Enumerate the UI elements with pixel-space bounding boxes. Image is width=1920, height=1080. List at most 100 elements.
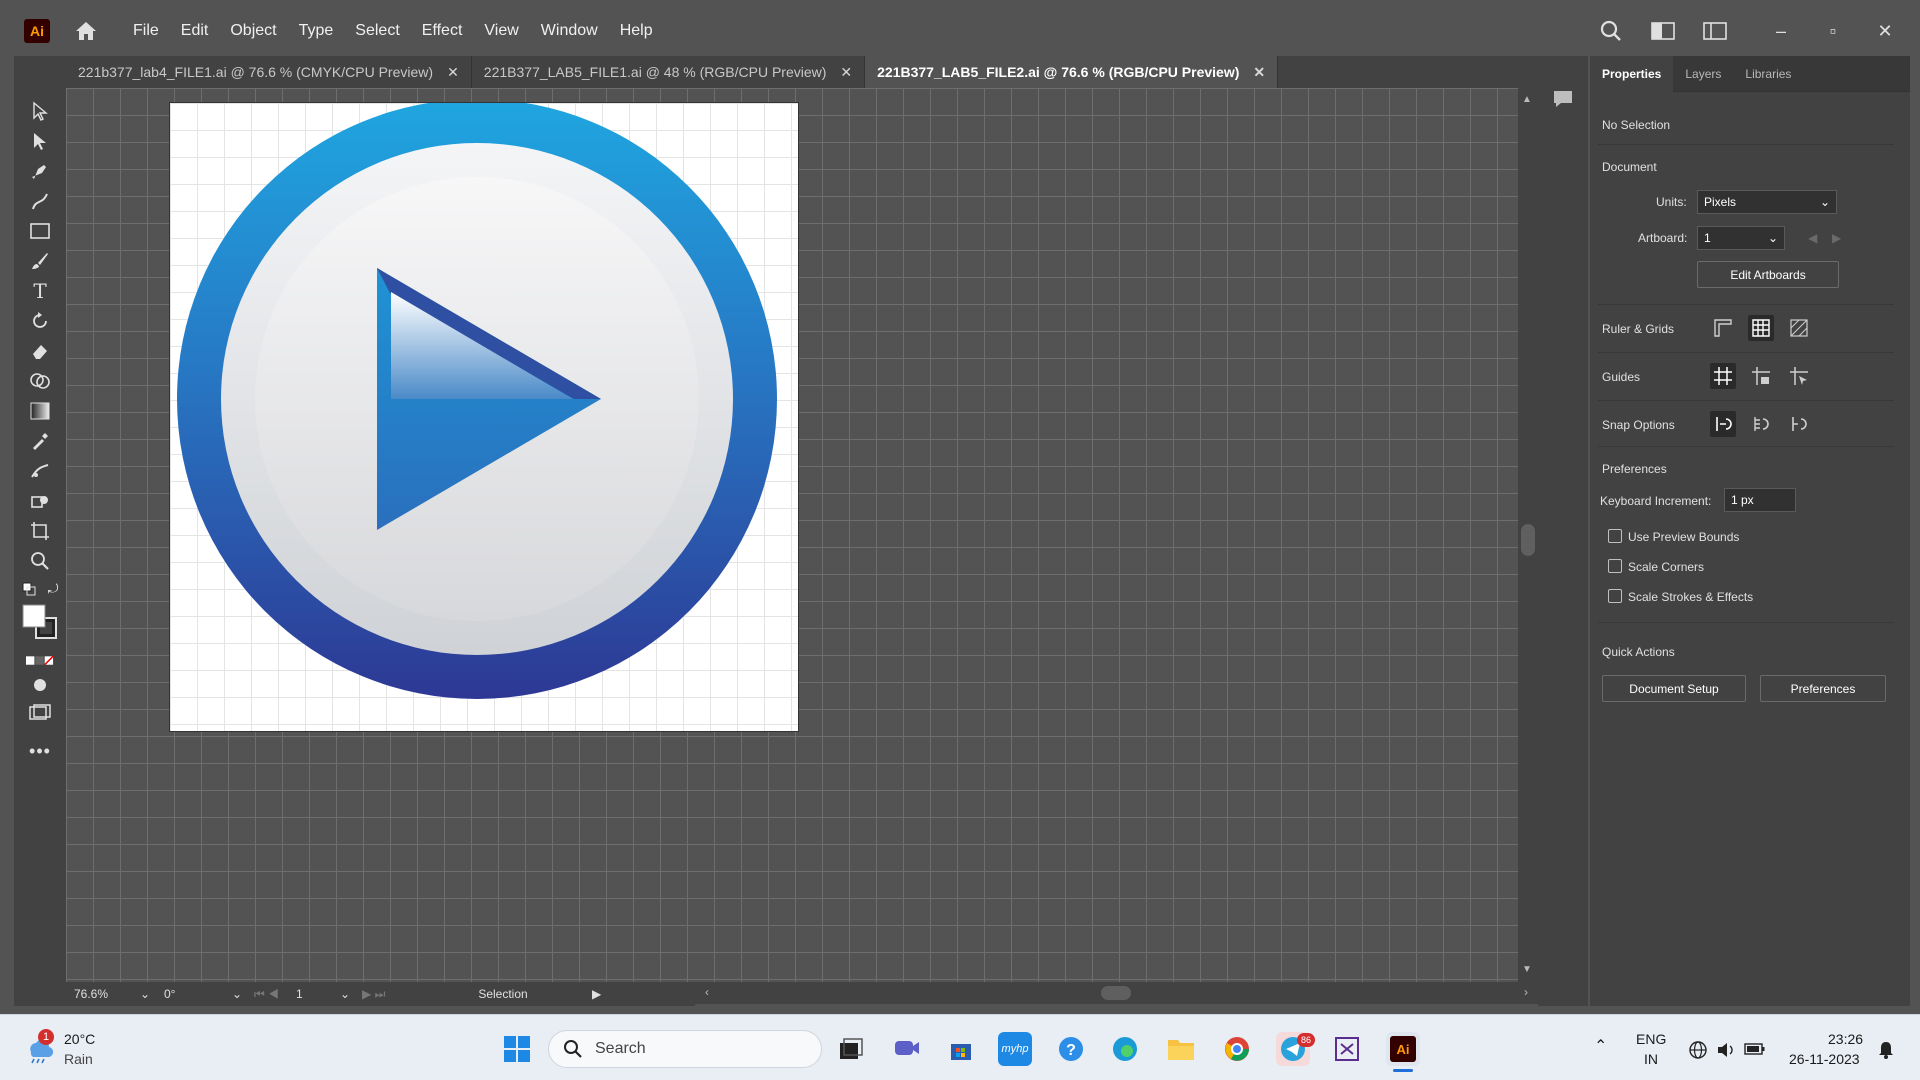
draw-mode-icon[interactable] bbox=[26, 672, 54, 698]
get-help-icon[interactable]: ? bbox=[1054, 1032, 1088, 1066]
grid-icon[interactable] bbox=[1748, 315, 1774, 341]
paintbrush-tool-icon[interactable] bbox=[26, 248, 54, 274]
artboard-dropdown[interactable]: 1 ⌄ bbox=[1697, 226, 1785, 250]
screen-mode-icon[interactable] bbox=[26, 700, 54, 726]
chevron-down-icon[interactable]: ⌄ bbox=[140, 987, 150, 1001]
keyboard-increment-input[interactable]: 1 px bbox=[1724, 488, 1796, 512]
preferences-button[interactable]: Preferences bbox=[1760, 675, 1886, 702]
gradient-tool-icon[interactable] bbox=[26, 398, 54, 424]
maximize-icon[interactable]: ▫ bbox=[1818, 16, 1848, 46]
rotate-tool-icon[interactable] bbox=[26, 308, 54, 334]
document-setup-button[interactable]: Document Setup bbox=[1602, 675, 1746, 702]
more-tools-icon[interactable]: ••• bbox=[26, 738, 54, 764]
illustrator-taskbar-icon[interactable]: Ai bbox=[1386, 1032, 1420, 1066]
horizontal-scroll-thumb[interactable] bbox=[1101, 986, 1131, 1000]
canvas-area[interactable] bbox=[66, 88, 1518, 982]
scroll-left-icon[interactable]: ‹ bbox=[705, 985, 709, 999]
workspace-switcher-icon[interactable] bbox=[1700, 16, 1730, 46]
taskbar-search-box[interactable]: Search bbox=[548, 1030, 822, 1068]
artboard[interactable] bbox=[169, 99, 799, 732]
battery-icon[interactable] bbox=[1744, 1042, 1766, 1059]
clock-date[interactable]: 26-11-2023 bbox=[1789, 1051, 1860, 1067]
menu-help[interactable]: Help bbox=[609, 22, 664, 40]
rulers-icon[interactable] bbox=[1710, 315, 1736, 341]
eraser-tool-icon[interactable] bbox=[26, 338, 54, 364]
minimize-icon[interactable]: – bbox=[1766, 16, 1796, 46]
symbol-sprayer-tool-icon[interactable] bbox=[26, 488, 54, 514]
units-dropdown[interactable]: Pixels ⌄ bbox=[1697, 190, 1837, 214]
swap-colors-icon[interactable]: ⤾ bbox=[44, 580, 62, 598]
menu-type[interactable]: Type bbox=[288, 22, 345, 40]
menu-object[interactable]: Object bbox=[219, 22, 287, 40]
artboard-next-icons[interactable]: ▶ ⏭ bbox=[354, 984, 414, 1004]
type-tool-icon[interactable]: T bbox=[26, 278, 54, 304]
artboard-next-icon[interactable]: ▶ bbox=[1832, 231, 1841, 245]
home-icon[interactable] bbox=[72, 17, 100, 45]
menu-file[interactable]: File bbox=[122, 22, 170, 40]
snap-to-point-icon[interactable] bbox=[1710, 411, 1736, 437]
arrange-documents-icon[interactable] bbox=[1648, 16, 1678, 46]
horizontal-scrollbar[interactable]: ‹ › bbox=[695, 982, 1538, 1004]
rectangle-tool-icon[interactable] bbox=[26, 218, 54, 244]
scale-strokes-checkbox[interactable] bbox=[1608, 589, 1622, 603]
scale-corners-checkbox[interactable] bbox=[1608, 559, 1622, 573]
artboard-prev-icons[interactable]: ⏮ ◀ bbox=[246, 984, 288, 1004]
chevron-down-icon[interactable]: ⌄ bbox=[340, 987, 350, 1001]
microsoft-store-icon[interactable] bbox=[944, 1032, 978, 1066]
search-icon[interactable] bbox=[1596, 16, 1626, 46]
zoom-tool-icon[interactable] bbox=[26, 548, 54, 574]
zoom-field[interactable]: 76.6% ⌄ bbox=[66, 984, 154, 1004]
shape-builder-tool-icon[interactable] bbox=[26, 368, 54, 394]
default-colors-icon[interactable] bbox=[20, 580, 38, 598]
show-guides-icon[interactable] bbox=[1710, 363, 1736, 389]
show-hidden-icons-icon[interactable]: ⌃ bbox=[1594, 1036, 1607, 1056]
color-mode-icon[interactable] bbox=[26, 648, 54, 674]
artboard-prev-icon[interactable]: ◀ bbox=[1808, 231, 1817, 245]
close-window-icon[interactable]: ✕ bbox=[1870, 16, 1900, 46]
clock-time[interactable]: 23:26 bbox=[1828, 1031, 1863, 1047]
teams-chat-icon[interactable] bbox=[890, 1032, 924, 1066]
tab-doc-2[interactable]: 221B377_LAB5_FILE1.ai @ 48 % (RGB/CPU Pr… bbox=[472, 56, 866, 88]
chrome-icon[interactable] bbox=[1220, 1032, 1254, 1066]
language-top[interactable]: ENG bbox=[1636, 1031, 1666, 1047]
scroll-right-icon[interactable]: › bbox=[1524, 985, 1528, 999]
fill-stroke-swatch[interactable] bbox=[22, 604, 58, 640]
menu-effect[interactable]: Effect bbox=[411, 22, 474, 40]
task-view-icon[interactable] bbox=[834, 1032, 868, 1066]
chevron-down-icon[interactable]: ⌄ bbox=[232, 987, 242, 1001]
tab-doc-3[interactable]: 221B377_LAB5_FILE2.ai @ 76.6 % (RGB/CPU … bbox=[865, 56, 1279, 88]
blend-tool-icon[interactable] bbox=[26, 458, 54, 484]
scroll-up-icon[interactable]: ▲ bbox=[1522, 94, 1532, 105]
tab-doc-1[interactable]: 221b377_lab4_FILE1.ai @ 76.6 % (CMYK/CPU… bbox=[66, 56, 472, 88]
network-icon[interactable] bbox=[1688, 1040, 1708, 1063]
artboard-number-field[interactable]: 1 ⌄ bbox=[288, 984, 354, 1004]
eyedropper-tool-icon[interactable] bbox=[26, 428, 54, 454]
edit-artboards-button[interactable]: Edit Artboards bbox=[1697, 261, 1839, 288]
direct-selection-tool-icon[interactable] bbox=[26, 128, 54, 154]
vertical-scrollbar[interactable]: ▲ ▼ bbox=[1518, 88, 1538, 982]
file-explorer-icon[interactable] bbox=[1164, 1032, 1198, 1066]
tab-layers[interactable]: Layers bbox=[1673, 56, 1733, 92]
smart-guides-icon[interactable] bbox=[1786, 363, 1812, 389]
lock-guides-icon[interactable] bbox=[1748, 363, 1774, 389]
start-icon[interactable] bbox=[500, 1032, 534, 1066]
volume-icon[interactable] bbox=[1716, 1040, 1736, 1063]
comments-icon[interactable] bbox=[1550, 86, 1576, 112]
menu-select[interactable]: Select bbox=[344, 22, 410, 40]
transparency-grid-icon[interactable] bbox=[1786, 315, 1812, 341]
status-menu-icon[interactable]: ▶ bbox=[584, 984, 604, 1004]
snap-to-glyph-icon[interactable] bbox=[1786, 411, 1812, 437]
menu-view[interactable]: View bbox=[473, 22, 529, 40]
vertical-scroll-thumb[interactable] bbox=[1521, 524, 1535, 556]
tab-properties[interactable]: Properties bbox=[1590, 55, 1674, 92]
notifications-bell-icon[interactable] bbox=[1876, 1040, 1896, 1063]
close-tab-icon[interactable]: ✕ bbox=[447, 64, 459, 81]
edge-browser-icon[interactable] bbox=[1108, 1032, 1142, 1066]
scroll-down-icon[interactable]: ▼ bbox=[1522, 964, 1532, 975]
tab-libraries[interactable]: Libraries bbox=[1733, 56, 1803, 92]
myhp-icon[interactable]: myhp bbox=[998, 1032, 1032, 1066]
language-bottom[interactable]: IN bbox=[1644, 1051, 1658, 1067]
close-tab-icon[interactable]: ✕ bbox=[840, 64, 852, 81]
use-preview-bounds-checkbox[interactable] bbox=[1608, 529, 1622, 543]
visual-studio-icon[interactable] bbox=[1330, 1032, 1364, 1066]
